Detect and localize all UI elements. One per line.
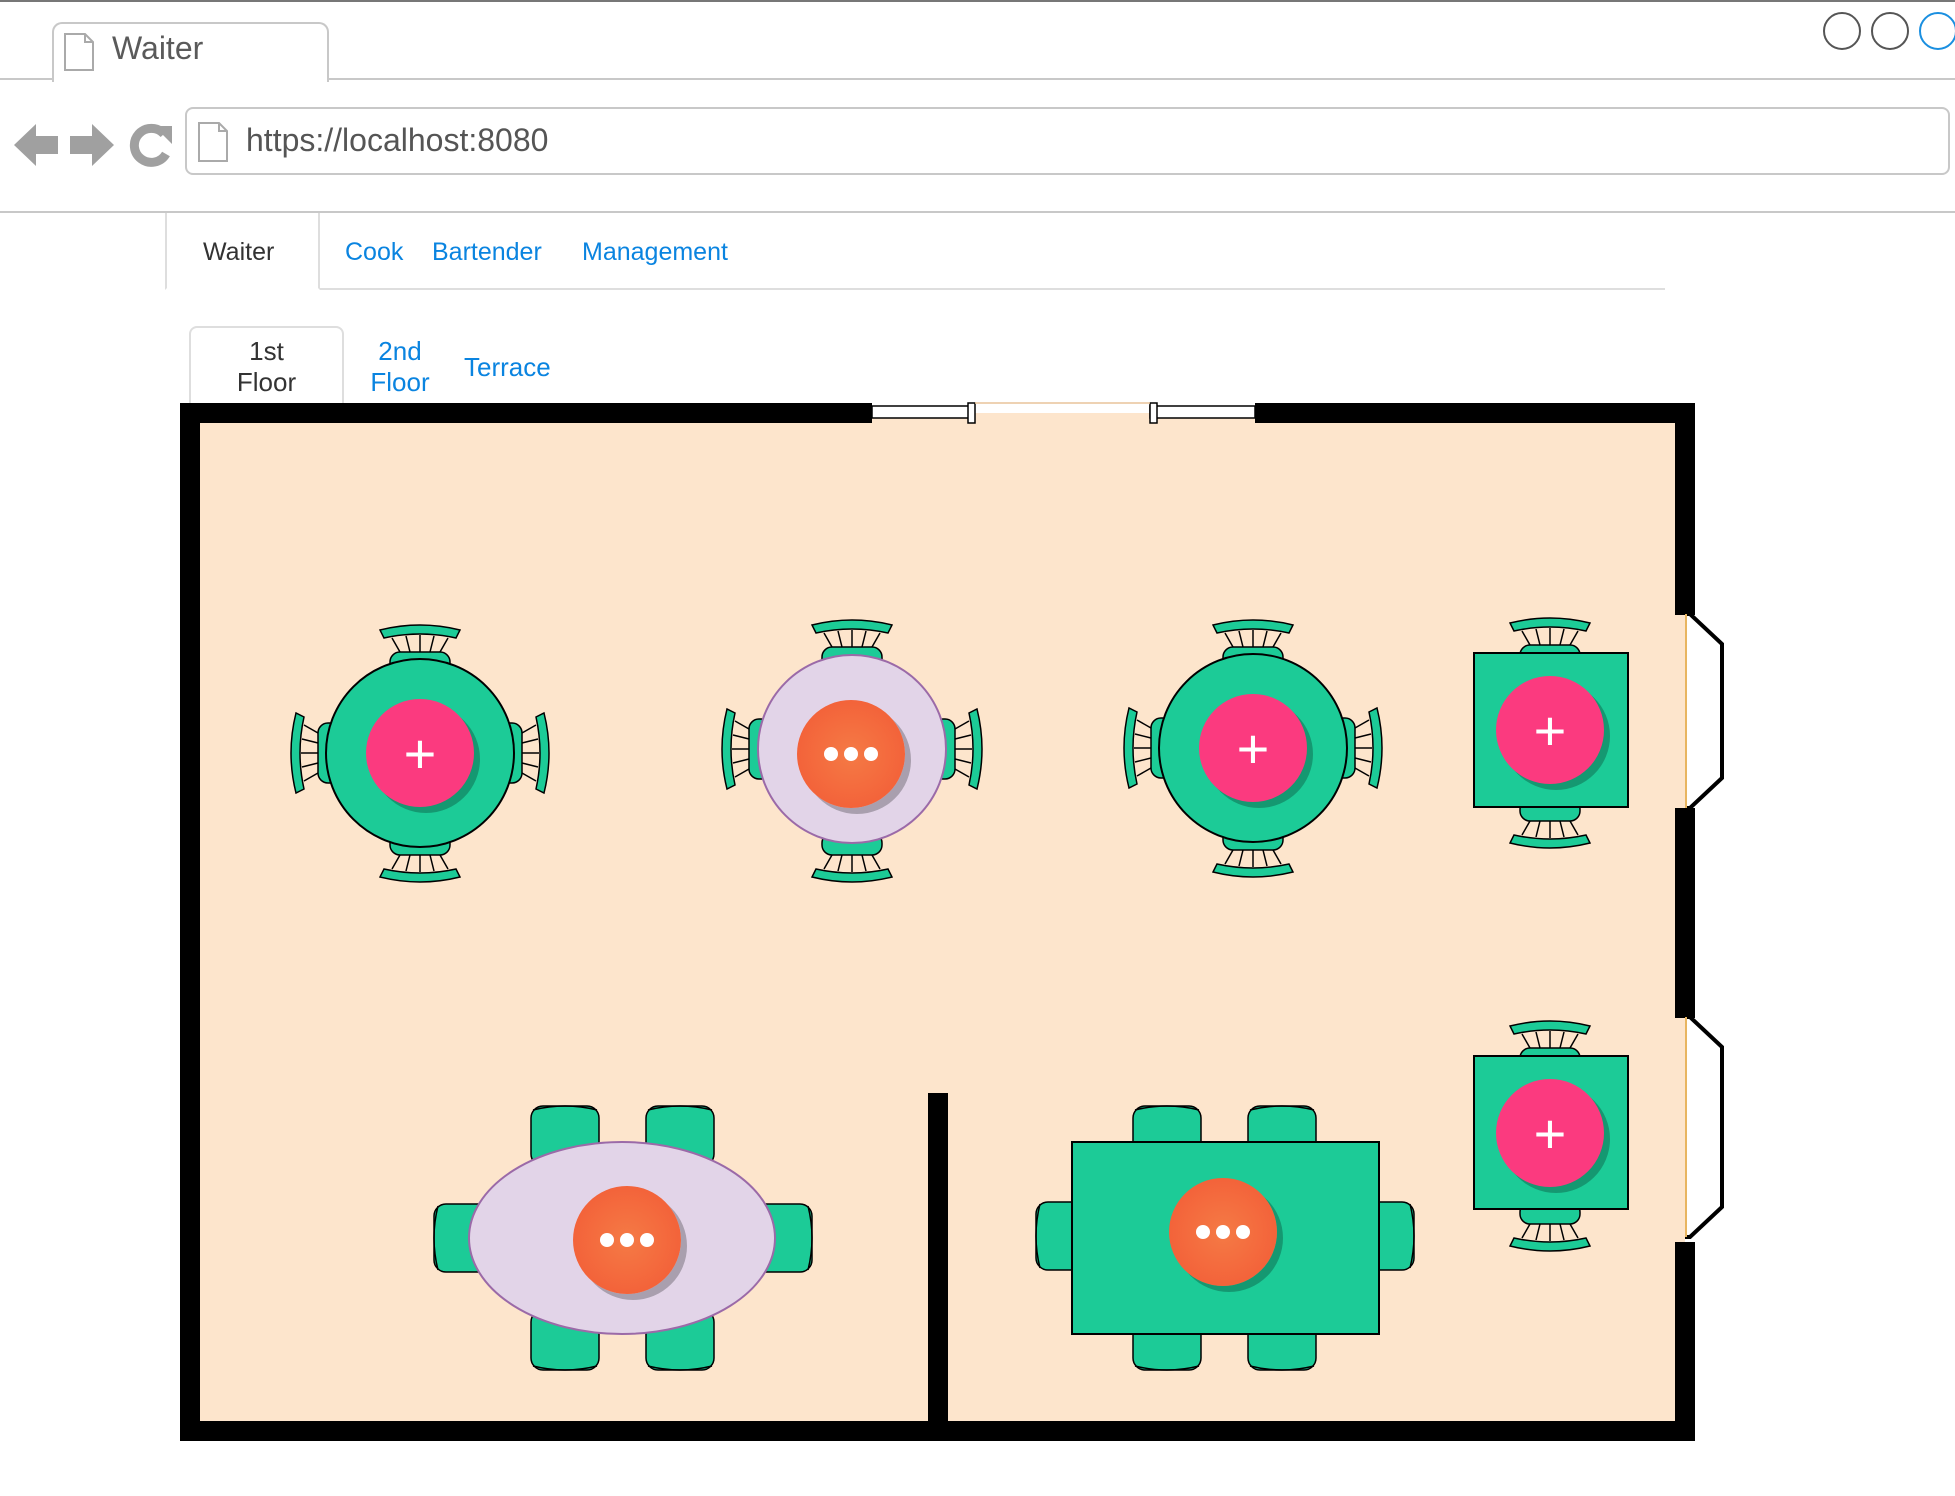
plus-icon: +: [1533, 698, 1567, 762]
more-icon: [824, 747, 878, 761]
table-3-add-button[interactable]: +: [1199, 694, 1307, 802]
table-1-add-button[interactable]: +: [366, 699, 474, 807]
plus-icon: +: [403, 721, 437, 785]
floorplan: [180, 402, 1724, 1441]
bay-window-upper: [1685, 612, 1724, 810]
table-7-more-button[interactable]: [1169, 1178, 1277, 1286]
table-4-add-button[interactable]: +: [1496, 676, 1604, 784]
app: Waiter https://localhost:8080 Waiter Coo…: [0, 0, 1955, 1496]
door-right: [1149, 405, 1256, 419]
plus-icon: +: [1533, 1101, 1567, 1165]
plus-icon: +: [1236, 716, 1270, 780]
table-2-more-button[interactable]: [797, 700, 905, 808]
more-icon: [1196, 1225, 1250, 1239]
door-left: [871, 405, 973, 419]
more-icon: [600, 1233, 654, 1247]
bay-window-lower: [1685, 1015, 1724, 1239]
table-6-more-button[interactable]: [573, 1186, 681, 1294]
table-5-add-button[interactable]: +: [1496, 1079, 1604, 1187]
